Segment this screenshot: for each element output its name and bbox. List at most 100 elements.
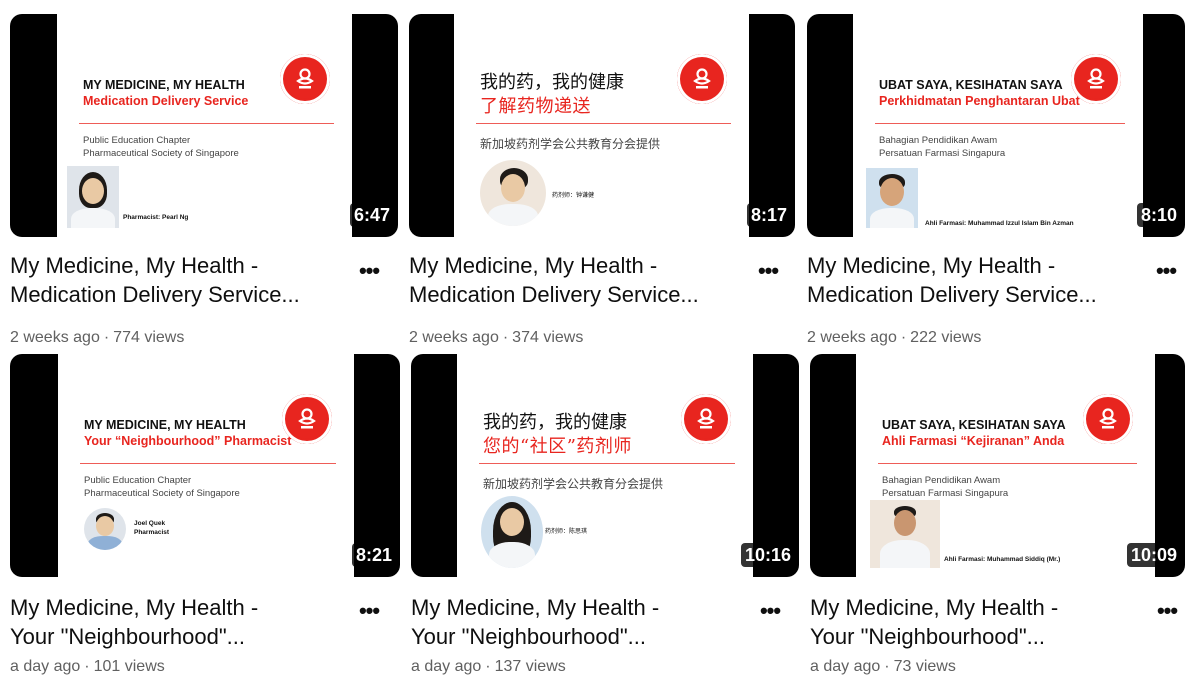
video-title[interactable]: My Medicine, My Health - Your "Neighbour…: [411, 593, 746, 651]
view-count: 374 views: [512, 329, 584, 346]
thumbnail-org-line: Bahagian Pendidikan Awam: [882, 475, 1001, 486]
video-title-line: My Medicine, My Health -: [10, 253, 259, 278]
thumbnail-heading: 我的药，我的健康: [483, 412, 627, 433]
video-thumbnail[interactable]: 我的药，我的健康 您的“社区”药剂师 新加坡药剂学会公共教育分会提供 药剂师：陈…: [411, 354, 799, 577]
video-title-line: My Medicine, My Health -: [807, 253, 1056, 278]
thumbnail-divider: [875, 123, 1125, 124]
thumbnail-slide: MY MEDICINE, MY HEALTH Medication Delive…: [57, 14, 352, 237]
view-count: 137 views: [494, 658, 566, 675]
meta-separator: ·: [103, 329, 110, 346]
meta-separator: ·: [502, 329, 509, 346]
more-vert-icon[interactable]: •••: [352, 600, 386, 622]
presenter-caption: 药剂师：陈思琪: [545, 528, 588, 535]
video-title-line: Medication Delivery Service...: [807, 282, 1097, 307]
thumbnail-subheading: Ahli Farmasi “Kejiranan” Anda: [882, 434, 1065, 448]
video-metadata: 2 weeks ago · 374 views: [409, 329, 583, 347]
video-duration: 8:10: [1136, 203, 1181, 227]
thumbnail-org-line: Persatuan Farmasi Singapura: [882, 488, 1009, 499]
upload-age: a day ago: [10, 658, 81, 675]
presenter-photo: [480, 160, 546, 226]
view-count: 73 views: [893, 658, 956, 675]
video-title[interactable]: My Medicine, My Health - Medication Deli…: [807, 251, 1142, 309]
more-vert-icon[interactable]: •••: [751, 260, 785, 282]
view-count: 774 views: [113, 329, 185, 346]
more-vert-icon[interactable]: •••: [352, 260, 386, 282]
video-title-line: My Medicine, My Health -: [810, 595, 1059, 620]
presenter-photo: [866, 168, 918, 228]
presenter-photo: [67, 166, 119, 228]
thumbnail-subheading: Medication Delivery Service: [83, 94, 249, 108]
thumbnail-subheading: Your “Neighbourhood” Pharmacist: [84, 434, 292, 448]
thumbnail-subheading: 了解药物递送: [480, 96, 591, 117]
video-metadata: 2 weeks ago · 222 views: [807, 329, 981, 347]
upload-age: a day ago: [810, 658, 881, 675]
video-title-line: Your "Neighbourhood"...: [411, 624, 646, 649]
society-logo-icon: [1083, 394, 1133, 444]
thumbnail-divider: [878, 463, 1137, 464]
more-vert-icon[interactable]: •••: [753, 600, 787, 622]
thumbnail-heading: UBAT SAYA, KESIHATAN SAYA: [882, 418, 1066, 432]
video-title-line: Your "Neighbourhood"...: [10, 624, 245, 649]
video-metadata: a day ago · 137 views: [411, 658, 566, 676]
thumbnail-org-line: Public Education Chapter: [84, 475, 192, 486]
video-title[interactable]: My Medicine, My Health - Your "Neighbour…: [10, 593, 345, 651]
thumbnail-divider: [79, 123, 334, 124]
more-vert-icon[interactable]: •••: [1150, 600, 1184, 622]
video-title[interactable]: My Medicine, My Health - Medication Deli…: [409, 251, 744, 309]
meta-separator: ·: [485, 658, 491, 675]
thumbnail-divider: [476, 123, 731, 124]
video-title-line: Your "Neighbourhood"...: [810, 624, 1045, 649]
video-thumbnail[interactable]: MY MEDICINE, MY HEALTH Medication Delive…: [10, 14, 398, 237]
video-duration: 10:16: [740, 543, 795, 567]
video-title-line: Medication Delivery Service...: [10, 282, 300, 307]
thumbnail-heading: MY MEDICINE, MY HEALTH: [83, 78, 245, 92]
thumbnail-slide: UBAT SAYA, KESIHATAN SAYA Perkhidmatan P…: [853, 14, 1143, 237]
thumbnail-subheading: 您的“社区”药剂师: [483, 436, 632, 457]
video-thumbnail[interactable]: 我的药，我的健康 了解药物递送 新加坡药剂学会公共教育分会提供 药剂师：钟谦健 …: [409, 14, 795, 237]
view-count: 222 views: [910, 329, 982, 346]
view-count: 101 views: [93, 658, 165, 675]
presenter-caption: Ahli Farmasi: Muhammad Siddiq (Mr.): [944, 556, 1061, 563]
thumbnail-slide: 我的药，我的健康 了解药物递送 新加坡药剂学会公共教育分会提供 药剂师：钟谦健: [454, 14, 749, 237]
video-thumbnail[interactable]: UBAT SAYA, KESIHATAN SAYA Ahli Farmasi “…: [810, 354, 1185, 577]
presenter-caption: Joel Quek: [134, 520, 166, 527]
video-title-line: My Medicine, My Health -: [409, 253, 658, 278]
video-duration: 10:09: [1126, 543, 1181, 567]
thumbnail-org-line: Bahagian Pendidikan Awam: [879, 135, 998, 146]
presenter-caption: Pharmacist: Pearl Ng: [123, 214, 189, 221]
video-metadata: a day ago · 73 views: [810, 658, 956, 676]
society-logo-icon: [677, 54, 727, 104]
presenter-caption: Ahli Farmasi: Muhammad Izzul Islam Bin A…: [925, 220, 1074, 227]
presenter-caption: 药剂师：钟谦健: [552, 192, 595, 199]
video-duration: 6:47: [349, 203, 394, 227]
video-duration: 8:21: [351, 543, 396, 567]
thumbnail-slide: MY MEDICINE, MY HEALTH Your “Neighbourho…: [58, 354, 354, 577]
society-logo-icon: [280, 54, 330, 104]
presenter-photo: [870, 500, 940, 568]
video-title[interactable]: My Medicine, My Health - Medication Deli…: [10, 251, 345, 309]
thumbnail-heading: 我的药，我的健康: [480, 72, 624, 93]
upload-age: 2 weeks ago: [807, 329, 897, 346]
thumbnail-subheading: Perkhidmatan Penghantaran Ubat: [879, 94, 1080, 108]
thumbnail-org-line: 新加坡药剂学会公共教育分会提供: [480, 137, 661, 151]
video-thumbnail[interactable]: UBAT SAYA, KESIHATAN SAYA Perkhidmatan P…: [807, 14, 1185, 237]
meta-separator: ·: [84, 658, 90, 675]
thumbnail-org-line: Pharmaceutical Society of Singapore: [84, 488, 240, 499]
video-metadata: a day ago · 101 views: [10, 658, 165, 676]
video-title[interactable]: My Medicine, My Health - Your "Neighbour…: [810, 593, 1145, 651]
thumbnail-org-line: Persatuan Farmasi Singapura: [879, 148, 1006, 159]
video-title-line: Medication Delivery Service...: [409, 282, 699, 307]
video-thumbnail[interactable]: MY MEDICINE, MY HEALTH Your “Neighbourho…: [10, 354, 400, 577]
thumbnail-heading: MY MEDICINE, MY HEALTH: [84, 418, 246, 432]
presenter-photo: [84, 508, 126, 550]
upload-age: 2 weeks ago: [409, 329, 499, 346]
video-metadata: 2 weeks ago · 774 views: [10, 329, 184, 347]
more-vert-icon[interactable]: •••: [1149, 260, 1183, 282]
presenter-role: Pharmacist: [134, 529, 170, 536]
upload-age: 2 weeks ago: [10, 329, 100, 346]
society-logo-icon: [282, 394, 332, 444]
society-logo-icon: [1071, 54, 1121, 104]
thumbnail-divider: [479, 463, 735, 464]
thumbnail-org-line: Public Education Chapter: [83, 135, 191, 146]
thumbnail-org-line: Pharmaceutical Society of Singapore: [83, 148, 239, 159]
